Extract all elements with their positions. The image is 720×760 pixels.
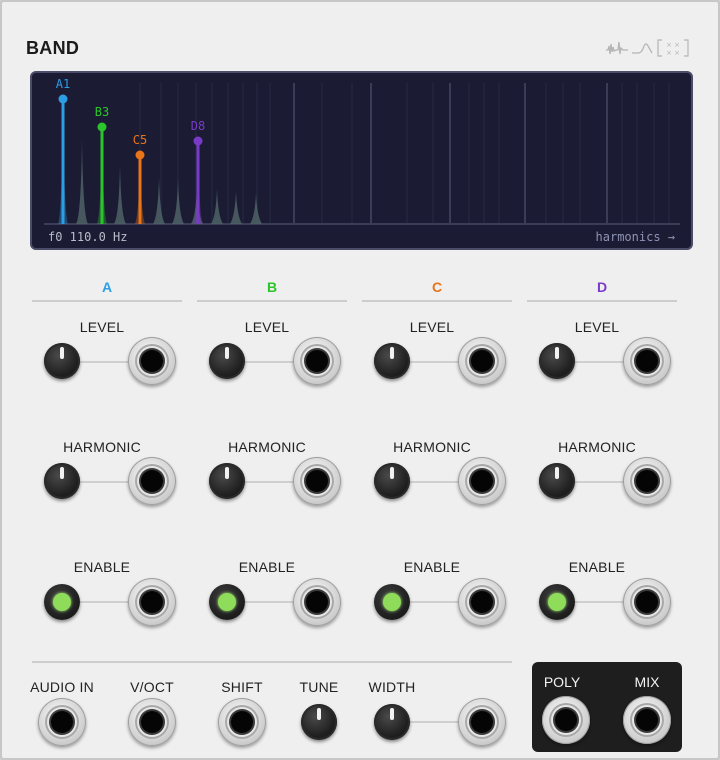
width-cv-jack[interactable]	[458, 698, 506, 746]
connector	[410, 601, 462, 603]
harmonic-label-b: HARMONIC	[228, 439, 306, 455]
connector	[80, 361, 132, 363]
level-label-a: LEVEL	[79, 319, 125, 335]
spectrum-plot: A1 B3 C5 D8	[44, 77, 680, 225]
frequency-readout: f0 110.0 Hz	[48, 230, 128, 244]
connector	[245, 601, 297, 603]
mix-label: MIX	[634, 674, 660, 690]
svg-text:× ×: × ×	[666, 49, 680, 57]
connector	[410, 721, 462, 723]
enable-button-b[interactable]	[209, 584, 245, 620]
harmonic-cv-jack-c[interactable]	[458, 457, 506, 505]
width-label: WIDTH	[368, 679, 416, 695]
level-knob-d[interactable]	[539, 343, 575, 379]
poly-label: POLY	[543, 674, 581, 690]
audio-in-jack[interactable]	[38, 698, 86, 746]
harmonic-label-d: HARMONIC	[558, 439, 636, 455]
voct-jack[interactable]	[128, 698, 176, 746]
column-header-a: A	[101, 279, 113, 295]
level-cv-jack-d[interactable]	[623, 337, 671, 385]
harmonic-peak	[211, 189, 223, 224]
harmonic-peak	[153, 177, 165, 224]
harmonic-peak	[172, 179, 184, 224]
column-divider	[197, 300, 347, 302]
connector	[575, 481, 627, 483]
column-divider	[362, 300, 512, 302]
enable-label-a: ENABLE	[73, 559, 131, 575]
level-cv-jack-b[interactable]	[293, 337, 341, 385]
level-cv-jack-a[interactable]	[128, 337, 176, 385]
harmonic-cv-jack-a[interactable]	[128, 457, 176, 505]
harmonic-knob-a[interactable]	[44, 463, 80, 499]
harmonic-cv-jack-b[interactable]	[293, 457, 341, 505]
svg-text:× ×: × ×	[666, 41, 680, 49]
width-knob[interactable]	[374, 704, 410, 740]
harmonic-knob-b[interactable]	[209, 463, 245, 499]
harmonic-peak	[250, 193, 262, 224]
connector	[575, 361, 627, 363]
output-section: POLY MIX	[532, 662, 682, 752]
marker-label: D8	[191, 119, 205, 133]
harmonic-knob-c[interactable]	[374, 463, 410, 499]
column-header-c: C	[431, 279, 443, 295]
harmonic-peak	[76, 139, 88, 224]
level-label-c: LEVEL	[409, 319, 455, 335]
level-knob-b[interactable]	[209, 343, 245, 379]
enable-label-c: ENABLE	[403, 559, 461, 575]
module-title: BAND	[26, 38, 80, 58]
connector	[80, 601, 132, 603]
harmonic-label-c: HARMONIC	[393, 439, 471, 455]
enable-gate-jack-c[interactable]	[458, 578, 506, 626]
level-knob-c[interactable]	[374, 343, 410, 379]
column-divider	[527, 300, 677, 302]
harmonic-cv-jack-d[interactable]	[623, 457, 671, 505]
enable-button-c[interactable]	[374, 584, 410, 620]
enable-gate-jack-b[interactable]	[293, 578, 341, 626]
column-divider	[32, 300, 182, 302]
connector	[410, 481, 462, 483]
enable-button-a[interactable]	[44, 584, 80, 620]
connector	[80, 481, 132, 483]
level-knob-a[interactable]	[44, 343, 80, 379]
connector	[245, 481, 297, 483]
enable-button-d[interactable]	[539, 584, 575, 620]
enable-label-b: ENABLE	[238, 559, 296, 575]
module-panel: BAND × × × × A1 B3 C5 D8 f0 110.0 Hz harmon…	[0, 0, 720, 760]
marker-dot	[58, 94, 68, 104]
tune-knob[interactable]	[301, 704, 337, 740]
enable-label-d: ENABLE	[568, 559, 626, 575]
column-header-b: B	[266, 279, 278, 295]
marker-dot	[193, 136, 203, 146]
waveform-filter-logo-icon: × × × ×	[606, 39, 689, 57]
marker-label: B3	[95, 105, 109, 119]
marker-dot	[135, 150, 145, 160]
connector	[245, 361, 297, 363]
marker-dot	[97, 122, 107, 132]
connector	[575, 601, 627, 603]
mix-out-jack[interactable]	[623, 696, 671, 744]
column-header-d: D	[596, 279, 608, 295]
connector	[410, 361, 462, 363]
harmonic-label-a: HARMONIC	[63, 439, 141, 455]
level-label-d: LEVEL	[574, 319, 620, 335]
harmonic-peak	[230, 191, 242, 224]
poly-out-jack[interactable]	[542, 696, 590, 744]
bottom-divider	[32, 661, 512, 663]
enable-gate-jack-a[interactable]	[128, 578, 176, 626]
enable-gate-jack-d[interactable]	[623, 578, 671, 626]
harmonic-display: A1 B3 C5 D8 f0 110.0 Hz harmonics →	[30, 71, 693, 250]
harmonic-peak	[114, 165, 126, 224]
harmonics-link[interactable]: harmonics →	[596, 230, 675, 244]
shift-jack[interactable]	[218, 698, 266, 746]
marker-label: C5	[133, 133, 147, 147]
level-cv-jack-c[interactable]	[458, 337, 506, 385]
harmonic-knob-d[interactable]	[539, 463, 575, 499]
marker-label: A1	[56, 77, 70, 91]
level-label-b: LEVEL	[244, 319, 290, 335]
